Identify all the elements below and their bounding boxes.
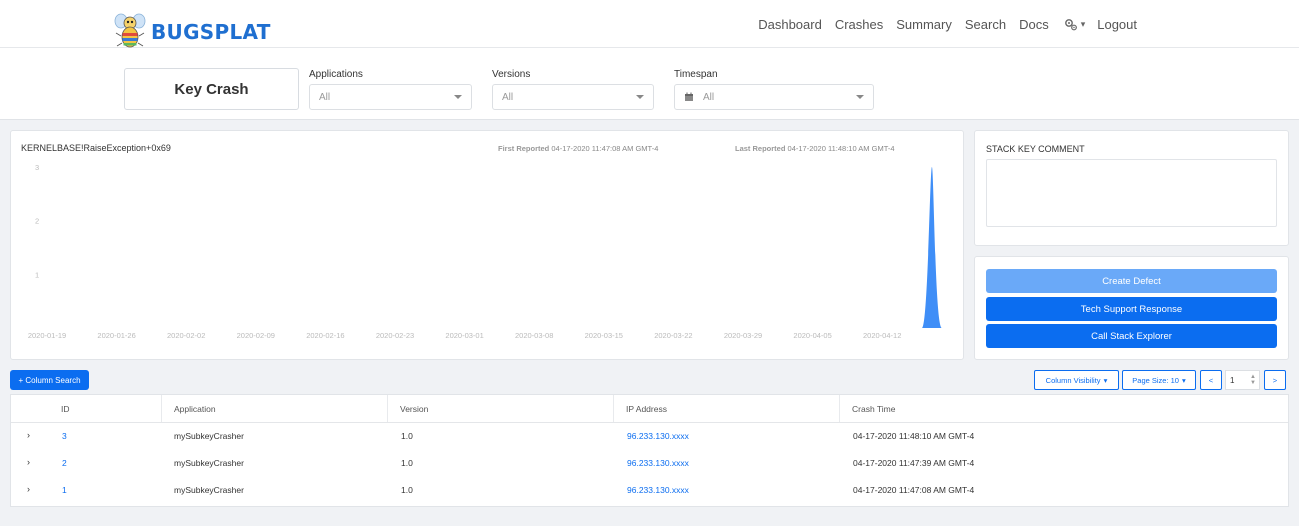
crash-time-cell: 04-17-2020 11:47:08 AM GMT-4 <box>853 485 975 495</box>
bug-logo-icon <box>113 12 147 52</box>
expand-row-icon[interactable]: › <box>27 484 30 494</box>
stack-key-comment-card: STACK KEY COMMENT <box>974 130 1289 246</box>
x-tick-label: 2020-03-29 <box>724 331 762 340</box>
versions-value: All <box>502 91 514 103</box>
caret-down-icon: ▾ <box>1181 375 1186 385</box>
column-header-crash-time[interactable]: Crash Time <box>840 395 1288 422</box>
application-cell: mySubkeyCrasher <box>174 485 244 495</box>
create-defect-button[interactable]: Create Defect <box>986 269 1277 293</box>
page-number-value: 1 <box>1230 375 1235 385</box>
column-header-application[interactable]: Application <box>162 395 388 422</box>
versions-select[interactable]: All <box>492 84 654 110</box>
x-tick-label: 2020-03-15 <box>585 331 623 340</box>
column-header-id[interactable]: ID <box>11 395 162 422</box>
x-tick-label: 2020-03-08 <box>515 331 553 340</box>
timespan-label: Timespan <box>674 69 718 80</box>
main-nav: Dashboard Crashes Summary Search Docs ▾ … <box>745 17 1137 32</box>
bugsplat-logo[interactable]: BUGSPLAT <box>113 12 271 52</box>
version-cell: 1.0 <box>401 458 413 468</box>
nav-dashboard[interactable]: Dashboard <box>758 17 822 32</box>
top-navbar: BUGSPLAT Dashboard Crashes Summary Searc… <box>0 0 1299 48</box>
expand-row-icon[interactable]: › <box>27 457 30 467</box>
tech-support-response-button[interactable]: Tech Support Response <box>986 297 1277 321</box>
application-cell: mySubkeyCrasher <box>174 431 244 441</box>
prev-page-button[interactable]: < <box>1200 370 1222 390</box>
crashes-table: ID Application Version IP Address Crash … <box>10 394 1289 507</box>
call-stack-explorer-button[interactable]: Call Stack Explorer <box>986 324 1277 348</box>
caret-down-icon: ▾ <box>1080 19 1086 29</box>
nav-summary[interactable]: Summary <box>896 17 952 32</box>
expand-row-icon[interactable]: › <box>27 430 30 440</box>
applications-label: Applications <box>309 69 363 80</box>
crash-chart-card: KERNELBASE!RaiseException+0x69 First Rep… <box>10 130 964 360</box>
crash-time-cell: 04-17-2020 11:47:39 AM GMT-4 <box>853 458 975 468</box>
column-search-button[interactable]: + Column Search <box>10 370 89 390</box>
brand-name: BUGSPLAT <box>151 20 271 44</box>
nav-logout[interactable]: Logout <box>1097 17 1137 32</box>
x-tick-label: 2020-04-12 <box>863 331 901 340</box>
x-tick-label: 2020-02-23 <box>376 331 414 340</box>
x-tick-label: 2020-02-09 <box>237 331 275 340</box>
nav-docs[interactable]: Docs <box>1019 17 1049 32</box>
crash-id-link[interactable]: 2 <box>62 458 67 468</box>
crash-id-link[interactable]: 3 <box>62 431 67 441</box>
calendar-icon <box>685 92 693 101</box>
x-tick-label: 2020-03-22 <box>654 331 692 340</box>
timespan-select[interactable]: All <box>674 84 874 110</box>
x-tick-label: 2020-04-05 <box>793 331 831 340</box>
application-cell: mySubkeyCrasher <box>174 458 244 468</box>
y-tick-label: 3 <box>35 163 39 172</box>
column-visibility-button[interactable]: Column Visibility ▾ <box>1034 370 1119 390</box>
x-tick-label: 2020-01-19 <box>28 331 66 340</box>
ip-address-link[interactable]: 96.233.130.xxxx <box>627 431 689 441</box>
comment-title: STACK KEY COMMENT <box>986 144 1085 154</box>
version-cell: 1.0 <box>401 431 413 441</box>
settings-dropdown[interactable]: ▾ <box>1064 18 1086 31</box>
caret-down-icon: ▾ <box>1103 375 1108 385</box>
next-page-button[interactable]: > <box>1264 370 1286 390</box>
versions-label: Versions <box>492 69 531 80</box>
nav-crashes[interactable]: Crashes <box>835 17 883 32</box>
x-tick-label: 2020-03-01 <box>445 331 483 340</box>
x-tick-label: 2020-01-26 <box>97 331 135 340</box>
filter-bar: Key Crash Applications All Versions All … <box>0 48 1299 120</box>
crash-count-area-series <box>921 167 942 328</box>
applications-select[interactable]: All <box>309 84 472 110</box>
crash-count-chart: 1 2 3 2020-01-19 2020-01-26 2020-02-02 2020-02… <box>28 163 942 340</box>
y-tick-label: 1 <box>35 270 39 279</box>
column-visibility-label: Column Visibility <box>1045 375 1101 385</box>
page-size-button[interactable]: Page Size: 10 ▾ <box>1122 370 1196 390</box>
page-number-input[interactable]: 1 ▲ ▼ <box>1225 370 1260 390</box>
nav-search[interactable]: Search <box>965 17 1006 32</box>
column-header-version[interactable]: Version <box>388 395 614 422</box>
chevron-down-icon <box>856 95 864 99</box>
stepper-icon: ▲ ▼ <box>1250 374 1256 386</box>
ip-address-link[interactable]: 96.233.130.xxxx <box>627 485 689 495</box>
page-title: Key Crash <box>124 68 299 110</box>
timespan-value: All <box>703 91 715 103</box>
crash-id-link[interactable]: 1 <box>62 485 67 495</box>
column-header-ip-address[interactable]: IP Address <box>614 395 840 422</box>
comment-textarea[interactable] <box>986 159 1277 227</box>
y-tick-label: 2 <box>35 217 39 226</box>
x-tick-label: 2020-02-02 <box>167 331 205 340</box>
chevron-down-icon <box>636 95 644 99</box>
version-cell: 1.0 <box>401 485 413 495</box>
chevron-down-icon <box>454 95 462 99</box>
actions-card: Create Defect Tech Support Response Call… <box>974 256 1289 360</box>
gears-icon <box>1064 19 1077 31</box>
applications-value: All <box>319 91 331 103</box>
header-divider <box>11 422 1288 423</box>
page-size-label: Page Size: 10 <box>1132 375 1179 385</box>
ip-address-link[interactable]: 96.233.130.xxxx <box>627 458 689 468</box>
crash-time-cell: 04-17-2020 11:48:10 AM GMT-4 <box>853 431 975 441</box>
x-tick-label: 2020-02-16 <box>306 331 344 340</box>
